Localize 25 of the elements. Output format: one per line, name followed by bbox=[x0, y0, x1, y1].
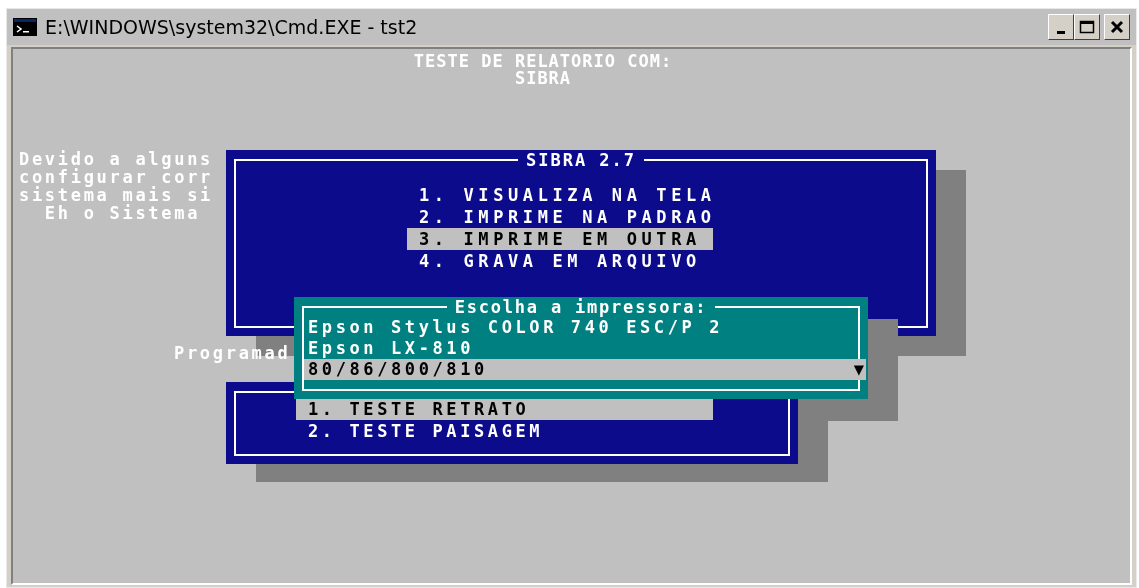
menu-item[interactable]: 1. VISUALIZA NA TELA bbox=[407, 184, 713, 206]
printer-option[interactable]: Epson LX-810 bbox=[304, 338, 866, 359]
dialog-title: Escolha a impressora: bbox=[446, 297, 716, 317]
header-text: SIBRA bbox=[513, 68, 573, 88]
printer-option[interactable]: Epson Stylus COLOR 740 ESC/P 2 bbox=[304, 317, 866, 338]
menu-item[interactable]: 1. TESTE RETRATO bbox=[296, 398, 713, 420]
maximize-icon bbox=[1079, 20, 1095, 34]
menu-item[interactable]: 3. IMPRIME EM OUTRA bbox=[407, 228, 713, 250]
minimize-button[interactable] bbox=[1048, 14, 1074, 40]
console-text: Programad bbox=[174, 344, 291, 362]
menu-item[interactable]: 2. TESTE PAISAGEM bbox=[296, 420, 713, 442]
window-title: E:\WINDOWS\system32\Cmd.EXE - tst2 bbox=[45, 14, 418, 40]
console-icon bbox=[13, 18, 37, 36]
console-text: configurar corr bbox=[19, 168, 214, 186]
console-text: Eh o Sistema bbox=[43, 204, 201, 222]
minimize-icon bbox=[1057, 30, 1065, 34]
menu-item[interactable]: 4. GRAVA EM ARQUIVO bbox=[407, 250, 713, 272]
menu-item[interactable]: 2. IMPRIME NA PADRAO bbox=[407, 206, 713, 228]
console-text: Devido a alguns bbox=[19, 150, 214, 168]
maximize-button[interactable] bbox=[1074, 14, 1100, 40]
printer-option[interactable]: 80/86/800/810 ▼ bbox=[304, 359, 866, 380]
close-button[interactable] bbox=[1104, 14, 1130, 40]
console-text: sistema mais si bbox=[19, 186, 214, 204]
header-text: TESTE DE RELATORIO COM: bbox=[412, 51, 674, 71]
close-icon bbox=[1110, 20, 1124, 34]
